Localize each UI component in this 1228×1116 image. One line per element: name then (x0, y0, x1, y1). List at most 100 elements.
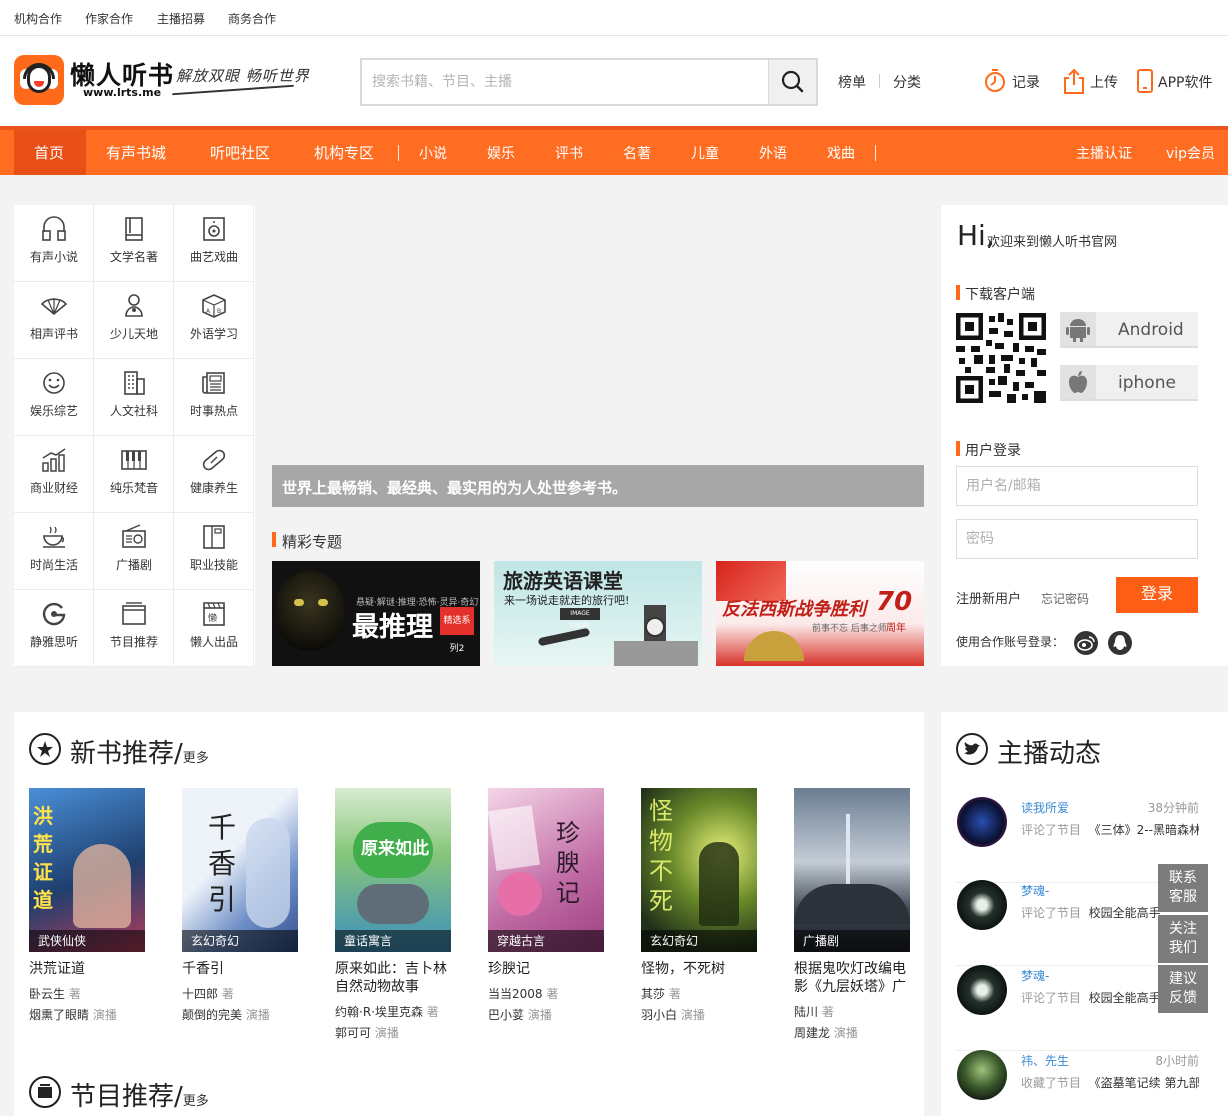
category-item[interactable]: 有声小说 (14, 205, 94, 282)
topic-card-travel-english[interactable]: 旅游英语课堂 来一场说走就走的旅行吧! IMAGE TODAY (494, 561, 702, 666)
activity-user[interactable]: 梦魂- (1021, 882, 1049, 899)
activity-item[interactable]: 祎、先生 8小时前 收藏了节目 《盗墓笔记续 第九部 (955, 1050, 1199, 1116)
category-item[interactable]: 娱乐综艺 (14, 359, 94, 436)
book-title[interactable]: 根据鬼吹灯改编电影《九层妖塔》广 (794, 960, 918, 996)
book-author[interactable]: 其莎 (641, 987, 665, 1001)
category-item[interactable]: 时事热点 (174, 359, 254, 436)
username-input[interactable] (956, 466, 1198, 506)
category-item[interactable]: 节目推荐 (94, 590, 174, 667)
book-anchor[interactable]: 周建龙 (794, 1026, 830, 1040)
category-item[interactable]: 商业财经 (14, 436, 94, 513)
category-item[interactable]: 文学名著 (94, 205, 174, 282)
link-writer-cooperation[interactable]: 作家合作 (85, 10, 133, 27)
search-input[interactable] (362, 60, 768, 104)
book-author[interactable]: 当当2008 (488, 987, 543, 1001)
ranking-link[interactable]: 榜单 (838, 72, 866, 92)
nav-home[interactable]: 首页 (34, 142, 64, 163)
category-item[interactable]: 静雅思听 (14, 590, 94, 667)
contact-service-button[interactable]: 联系 客服 (1158, 864, 1208, 912)
book-cover-image[interactable]: 千香引 玄幻奇幻 (182, 788, 298, 952)
category-item[interactable]: 纯乐梵音 (94, 436, 174, 513)
topic-card-anti-fascist[interactable]: 反法西斯战争胜利 70 周年 前事不忘 后事之师 (716, 561, 924, 666)
book-author[interactable]: 约翰·R·埃里克森 (335, 1005, 423, 1019)
book-anchor[interactable]: 颠倒的完美 (182, 1008, 242, 1022)
topic-card-mystery[interactable]: 悬疑·解谜·推理·恐怖·灵异·奇幻 最推理 精选系列2 (272, 561, 480, 666)
nav-classics[interactable]: 名著 (623, 143, 651, 163)
book-title[interactable]: 千香引 (182, 960, 306, 978)
book-title[interactable]: 原来如此：吉卜林自然动物故事 (335, 960, 459, 996)
book-cover-image[interactable]: 原来如此 童话寓言 (335, 788, 451, 952)
nav-audio-books[interactable]: 有声书城 (106, 142, 166, 163)
activity-target[interactable]: 《三体》2--黑暗森林 (1089, 823, 1199, 837)
activity-user[interactable]: 读我所爱 (1021, 799, 1069, 816)
register-link[interactable]: 注册新用户 (956, 588, 1021, 607)
qq-icon[interactable] (1108, 631, 1132, 655)
activity-target[interactable]: 校园全能高手 (1089, 906, 1161, 920)
nav-children[interactable]: 儿童 (691, 143, 719, 163)
activity-user[interactable]: 祎、先生 (1021, 1052, 1069, 1069)
nav-org-zone[interactable]: 机构专区 (314, 142, 374, 163)
category-item[interactable]: 人文社科 (94, 359, 174, 436)
avatar[interactable] (957, 1050, 1007, 1100)
book-title[interactable]: 怪物，不死树 (641, 960, 765, 978)
upload-link[interactable]: 上传 (1090, 72, 1118, 92)
book-cover-image[interactable]: 洪荒证道 武侠仙侠 (29, 788, 145, 952)
avatar[interactable] (957, 880, 1007, 930)
book-anchor[interactable]: 巴小荽 (488, 1008, 524, 1022)
link-org-cooperation[interactable]: 机构合作 (14, 10, 62, 27)
avatar[interactable] (957, 965, 1007, 1015)
category-item[interactable]: 时尚生活 (14, 513, 94, 590)
nav-anchor-certification[interactable]: 主播认证 (1076, 143, 1132, 163)
nav-novel[interactable]: 小说 (419, 143, 447, 163)
category-item[interactable]: 职业技能 (174, 513, 254, 590)
nav-vip[interactable]: vip会员 (1166, 143, 1215, 163)
feedback-button[interactable]: 建议 反馈 (1158, 965, 1208, 1013)
book-cover-image[interactable]: 广播剧 (794, 788, 910, 952)
activity-user[interactable]: 梦魂- (1021, 967, 1049, 984)
new-books-more-link[interactable]: 更多 (183, 751, 209, 766)
book-anchor[interactable]: 郭可可 (335, 1026, 371, 1040)
category-item[interactable]: 曲艺戏曲 (174, 205, 254, 282)
avatar[interactable] (957, 797, 1007, 847)
book-cover-image[interactable]: 珍腴记 穿越古言 (488, 788, 604, 952)
category-link[interactable]: 分类 (893, 72, 921, 92)
category-item[interactable]: 健康养生 (174, 436, 254, 513)
nav-community[interactable]: 听吧社区 (210, 142, 270, 163)
nav-entertainment[interactable]: 娱乐 (487, 143, 515, 163)
book-author[interactable]: 陆川 (794, 1005, 818, 1019)
category-item[interactable]: 懒 懒人出品 (174, 590, 254, 667)
category-item[interactable]: 少儿天地 (94, 282, 174, 359)
app-link[interactable]: APP软件 (1158, 72, 1212, 92)
login-button[interactable]: 登录 (1116, 577, 1198, 613)
upload-icon[interactable] (1062, 67, 1086, 95)
iphone-download-button[interactable]: iphone (1060, 365, 1198, 401)
category-item[interactable]: 相声评书 (14, 282, 94, 359)
book-anchor[interactable]: 羽小白 (641, 1008, 677, 1022)
nav-opera[interactable]: 戏曲 (827, 143, 855, 163)
category-item[interactable]: AB 外语学习 (174, 282, 254, 359)
password-input[interactable] (956, 519, 1198, 559)
follow-us-button[interactable]: 关注 我们 (1158, 915, 1208, 963)
book-author[interactable]: 十四郎 (182, 987, 218, 1001)
book-title[interactable]: 珍腴记 (488, 960, 612, 978)
activity-target[interactable]: 《盗墓笔记续 第九部 (1089, 1076, 1199, 1090)
history-link[interactable]: 记录 (1012, 72, 1040, 92)
category-item[interactable]: 广播剧 (94, 513, 174, 590)
book-cover-image[interactable]: 怪物不死 玄幻奇幻 (641, 788, 757, 952)
search-button[interactable] (768, 60, 816, 104)
program-more-link[interactable]: 更多 (183, 1094, 209, 1109)
link-anchor-recruit[interactable]: 主播招募 (157, 10, 205, 27)
android-download-button[interactable]: Android (1060, 312, 1198, 348)
history-clock-icon[interactable] (984, 67, 1008, 95)
activity-target[interactable]: 校园全能高手 (1089, 991, 1161, 1005)
logo-icon[interactable] (14, 55, 64, 105)
forgot-password-link[interactable]: 忘记密码 (1041, 590, 1089, 607)
banner-carousel[interactable] (272, 205, 924, 507)
banner-caption-bar[interactable]: 世界上最畅销、最经典、最实用的为人处世参考书。 (272, 465, 924, 507)
nav-foreign-language[interactable]: 外语 (759, 143, 787, 163)
book-title[interactable]: 洪荒证道 (29, 960, 153, 978)
mobile-phone-icon[interactable] (1136, 67, 1154, 95)
nav-storytelling[interactable]: 评书 (555, 143, 583, 163)
link-business-cooperation[interactable]: 商务合作 (228, 10, 276, 27)
book-author[interactable]: 卧云生 (29, 987, 65, 1001)
